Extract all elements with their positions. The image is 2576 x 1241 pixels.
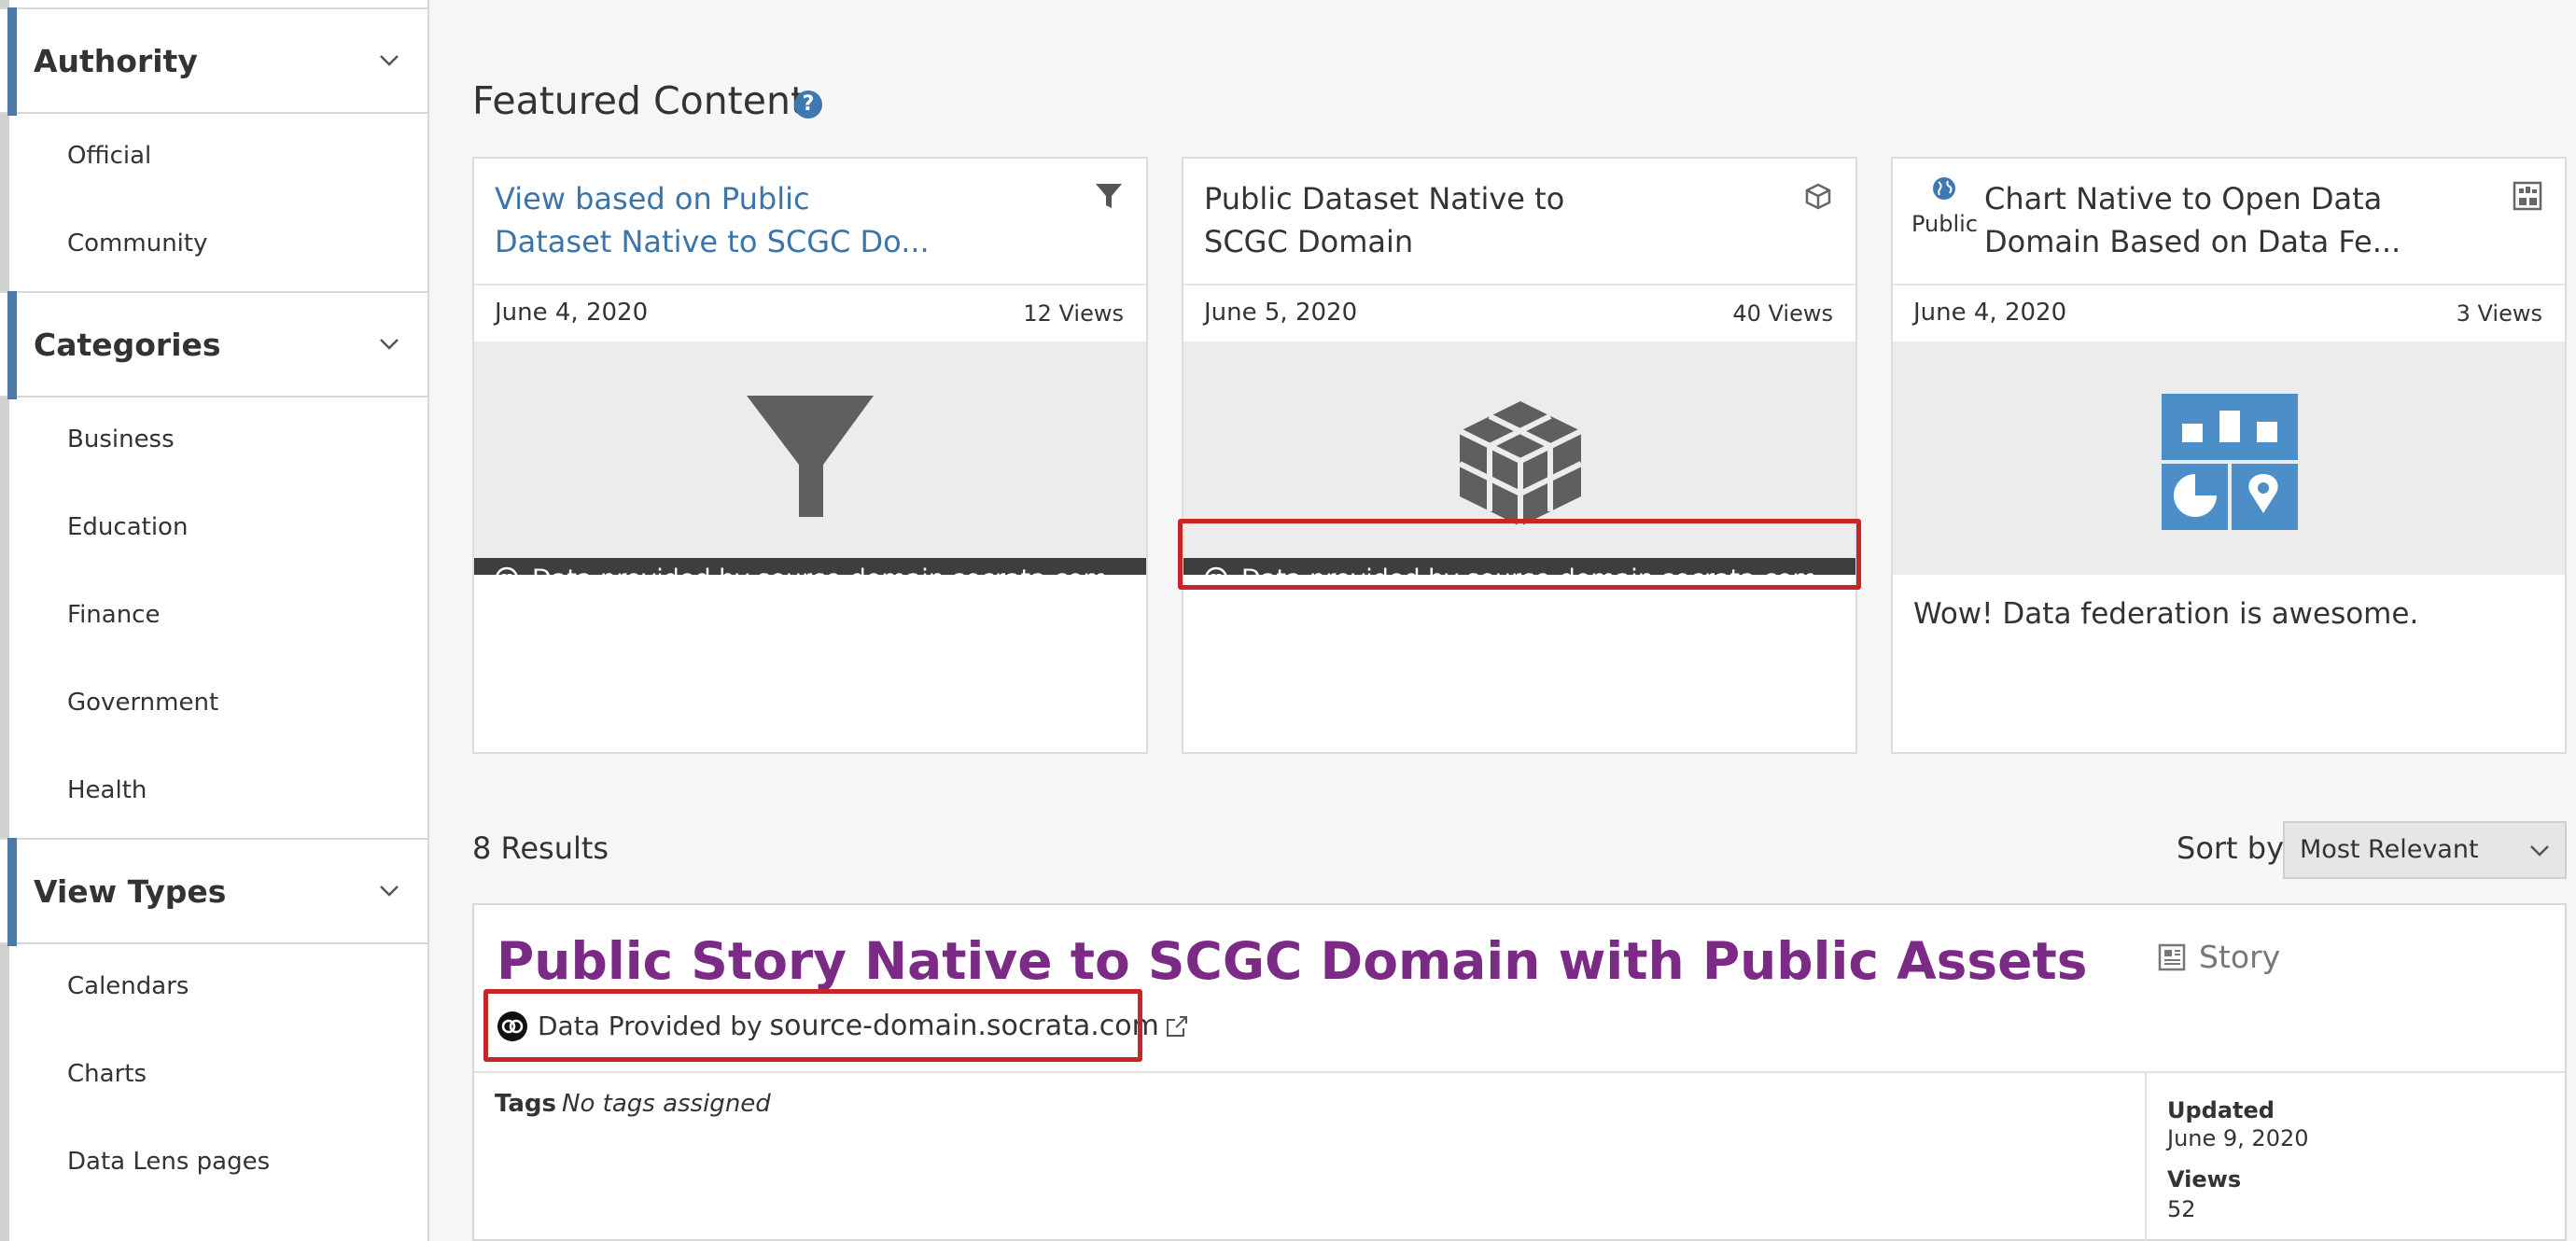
sidebar-item-official[interactable]: Official	[67, 142, 151, 170]
card-title-line: Public Dataset Native to	[1204, 181, 1565, 216]
featured-card[interactable]: Public Chart Native to Open Data Domain …	[1891, 157, 2567, 754]
card-date: June 4, 2020	[495, 299, 649, 327]
provided-domain-link[interactable]: source-domain.socrata.com	[770, 1010, 1159, 1042]
card-meta: June 5, 2020 40 Views	[1183, 284, 1855, 340]
help-icon[interactable]: ?	[794, 91, 822, 119]
filter-icon	[1096, 184, 1122, 208]
sidebar-section-categories[interactable]: Categories	[0, 291, 427, 399]
sidebar-item-education[interactable]: Education	[67, 513, 188, 541]
chevron-down-icon	[380, 339, 399, 350]
tags-label: Tags	[495, 1090, 557, 1118]
federation-icon	[496, 566, 518, 575]
sort-label: Sort by	[2177, 830, 2285, 866]
dataset-icon	[1458, 401, 1583, 526]
views-label: Views	[2167, 1166, 2242, 1192]
card-title-line: Dataset Native to SCGC Do...	[495, 224, 930, 259]
federation-icon	[497, 1011, 527, 1041]
sidebar-section-title: View Types	[34, 872, 227, 910]
card-description: Wow! Data federation is awesome.	[1913, 597, 2419, 631]
public-label: Public	[1911, 211, 1979, 237]
data-provided-by: Data Provided by source-domain.socrata.c…	[497, 1010, 1189, 1042]
chevron-down-icon	[2530, 845, 2549, 857]
story-icon	[2158, 943, 2186, 970]
dataset-icon	[1805, 183, 1831, 210]
updated-value: June 9, 2020	[2167, 1125, 2309, 1151]
public-badge: Public	[1911, 175, 1979, 237]
chart-icon	[2513, 181, 2542, 211]
external-link-icon[interactable]	[1165, 1014, 1189, 1039]
featured-content-title: Featured Content	[472, 78, 806, 123]
card-views: 12 Views	[1023, 300, 1124, 327]
federation-icon	[1205, 566, 1227, 575]
data-provided-banner: Data provided by source-domain.socrata.c…	[1183, 558, 1855, 575]
card-thumbnail: Data provided by source-domain.socrata.c…	[1183, 342, 1855, 575]
divider	[474, 1071, 2565, 1073]
card-date: June 4, 2020	[1913, 299, 2067, 327]
sidebar-item-business[interactable]: Business	[67, 425, 175, 453]
provided-domain: source-domain.socrata.com	[1466, 565, 1817, 576]
sidebar-section-view-types[interactable]: View Types	[0, 838, 427, 946]
data-provided-banner: Data provided by source-domain.socrata.c…	[474, 558, 1146, 575]
card-date: June 5, 2020	[1204, 299, 1358, 327]
card-title-line: View based on Public	[495, 181, 810, 216]
featured-card[interactable]: View based on Public Dataset Native to S…	[472, 157, 1148, 754]
sidebar-item-community[interactable]: Community	[67, 230, 207, 258]
card-title-line: SCGC Domain	[1204, 224, 1414, 259]
filter-icon	[747, 396, 874, 517]
sort-select[interactable]: Most Relevant	[2283, 821, 2567, 879]
card-thumbnail	[1893, 342, 2565, 575]
results-count: 8 Results	[472, 830, 609, 866]
provided-label: Data provided by	[1241, 565, 1459, 576]
result-title-link[interactable]: Public Story Native to SCGC Domain with …	[497, 931, 2088, 991]
views-value: 52	[2167, 1196, 2196, 1222]
card-title-link[interactable]: Chart Native to Open Data Domain Based o…	[1984, 177, 2470, 263]
divider	[2145, 1071, 2147, 1241]
result-type: Story	[2158, 939, 2280, 975]
sidebar-section-authority[interactable]: Authority	[0, 7, 427, 116]
card-title-link[interactable]: View based on Public Dataset Native to S…	[495, 177, 980, 263]
result-card: Public Story Native to SCGC Domain with …	[472, 903, 2567, 1241]
card-meta: June 4, 2020 3 Views	[1893, 284, 2565, 340]
result-type-label: Story	[2199, 939, 2281, 975]
sort-selected-value: Most Relevant	[2300, 835, 2479, 864]
card-meta: June 4, 2020 12 Views	[474, 284, 1146, 340]
updated-label: Updated	[2167, 1097, 2275, 1123]
chart-icon	[2162, 394, 2298, 530]
card-views: 40 Views	[1732, 300, 1833, 327]
chevron-down-icon	[380, 55, 399, 66]
card-title-line: Domain Based on Data Fe...	[1984, 224, 2401, 259]
sidebar-item-finance[interactable]: Finance	[67, 601, 160, 629]
sidebar-item-government[interactable]: Government	[67, 689, 218, 717]
sidebar-item-charts[interactable]: Charts	[67, 1060, 147, 1088]
card-title-line: Chart Native to Open Data	[1984, 181, 2383, 216]
provided-label: Data Provided by	[538, 1011, 763, 1041]
sidebar-section-title: Authority	[34, 42, 198, 79]
card-title-link[interactable]: Public Dataset Native to SCGC Domain	[1204, 177, 1689, 263]
sidebar-item-calendars[interactable]: Calendars	[67, 972, 189, 1000]
filter-sidebar: Authority Official Community Categories …	[0, 0, 429, 1241]
sidebar-item-health[interactable]: Health	[67, 776, 147, 804]
featured-card[interactable]: Public Dataset Native to SCGC Domain Jun…	[1182, 157, 1857, 754]
sidebar-section-title: Categories	[34, 326, 221, 363]
provided-label: Data provided by	[532, 565, 749, 576]
chevron-down-icon	[380, 885, 399, 897]
card-views: 3 Views	[2456, 300, 2542, 327]
sidebar-item-data-lens-pages[interactable]: Data Lens pages	[67, 1148, 270, 1176]
globe-icon	[1933, 177, 1955, 200]
provided-domain: source-domain.socrata.com	[757, 565, 1108, 576]
tags-value: No tags assigned	[562, 1090, 771, 1118]
card-thumbnail: Data provided by source-domain.socrata.c…	[474, 342, 1146, 575]
